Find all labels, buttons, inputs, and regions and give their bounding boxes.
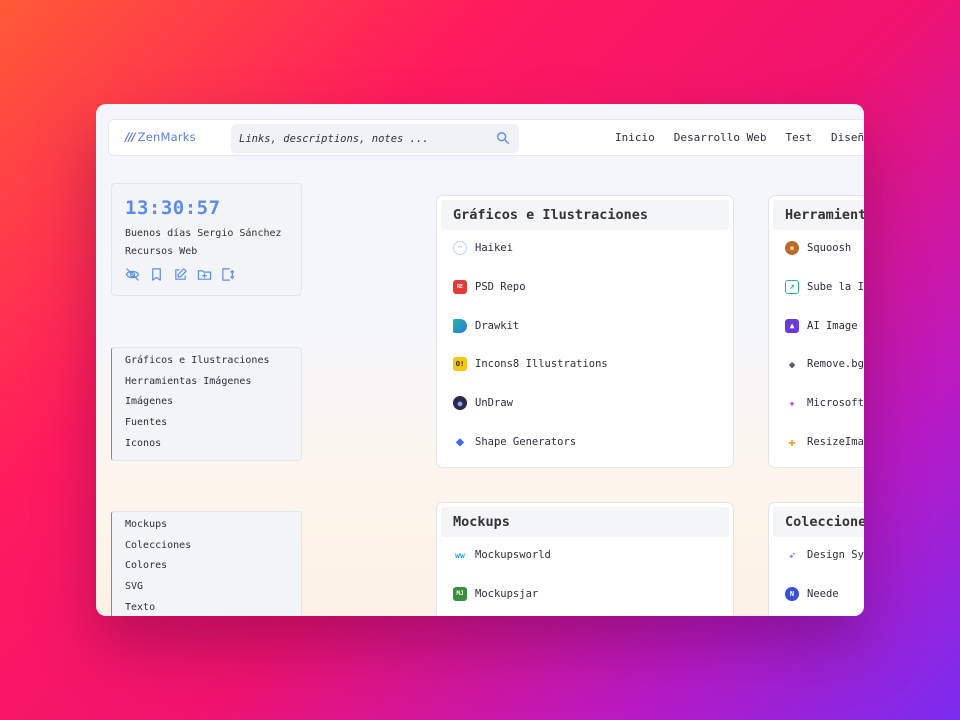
link-item[interactable]: ● UnDraw bbox=[453, 396, 608, 436]
link-item[interactable]: Drawkit bbox=[453, 318, 608, 359]
category-card: Herramientas Imágenes ● Squoosh ↗ Sube la … bbox=[768, 195, 864, 468]
link-item[interactable]: ◠ Haikei bbox=[453, 241, 608, 281]
search-icon[interactable] bbox=[496, 131, 510, 145]
squoosh-icon: ● bbox=[785, 241, 799, 255]
sidebar-item[interactable]: Colores bbox=[125, 558, 301, 579]
expand-icon[interactable] bbox=[221, 267, 236, 282]
link-label: Drawkit bbox=[475, 319, 520, 332]
shape-generators-icon: ◆ bbox=[455, 433, 465, 450]
link-item[interactable]: N Neede bbox=[785, 586, 864, 616]
toolbar bbox=[125, 267, 236, 282]
link-label: Microsoft Designer bbox=[807, 397, 864, 410]
logo-text: ZenMarks bbox=[137, 130, 196, 144]
link-item[interactable]: ✦ Microsoft Designer bbox=[785, 396, 864, 436]
edit-icon[interactable] bbox=[173, 267, 188, 282]
link-label: Mockupsjar bbox=[475, 587, 539, 600]
drawkit-icon bbox=[453, 318, 467, 333]
search-input[interactable] bbox=[239, 130, 479, 147]
microsoft-icon: ✦ bbox=[788, 396, 796, 411]
link-item[interactable]: ↗ Sube la Imagen bbox=[785, 279, 864, 320]
search-bar bbox=[231, 124, 519, 153]
link-item[interactable]: ◆ Remove.bg bbox=[785, 358, 864, 397]
card-title: Herramientas Imágenes bbox=[773, 200, 864, 230]
category-card: Mockups ww Mockupsworld MJ Mockupsjar bbox=[436, 502, 734, 616]
link-label: AI Image Enlarger bbox=[807, 319, 864, 332]
card-link-list: ww Mockupsworld MJ Mockupsjar bbox=[453, 549, 551, 616]
sidebar-item[interactable]: Texto bbox=[125, 600, 301, 616]
psd-repo-icon: RE bbox=[453, 279, 467, 294]
link-item[interactable]: O! Incons8 Illustrations bbox=[453, 357, 608, 397]
link-item[interactable]: ◆ Shape Generators bbox=[453, 433, 608, 467]
link-label: Design Systems bbox=[807, 549, 864, 561]
design-systems-icon: ➶ bbox=[788, 548, 796, 562]
sidebar-item[interactable]: Herramientas Imágenes bbox=[125, 374, 301, 395]
mockupsworld-icon: ww bbox=[455, 550, 465, 560]
top-bar: /// ZenMarks Inicio Desarrollo Web Test … bbox=[108, 119, 864, 156]
link-item[interactable]: ww Mockupsworld bbox=[453, 549, 551, 588]
collection-name: Recursos Web bbox=[125, 246, 198, 257]
link-item[interactable]: ➶ Design Systems bbox=[785, 549, 864, 588]
sidebar-group-1: Gráficos e Ilustraciones Herramientas Im… bbox=[111, 347, 302, 461]
link-label: Shape Generators bbox=[475, 435, 577, 448]
link-label: Incons8 Illustrations bbox=[475, 358, 608, 371]
link-label: Mockupsworld bbox=[475, 549, 551, 561]
card-title: Gráficos e Ilustraciones bbox=[441, 200, 729, 230]
app-window: /// ZenMarks Inicio Desarrollo Web Test … bbox=[96, 104, 864, 616]
mockupsjar-icon: MJ bbox=[453, 586, 467, 601]
sidebar-item[interactable]: Fuentes bbox=[125, 415, 301, 436]
nav-test[interactable]: Test bbox=[785, 131, 812, 144]
sidebar-item[interactable]: SVG bbox=[125, 579, 301, 600]
bookmark-icon[interactable] bbox=[149, 267, 164, 282]
link-item[interactable]: RE PSD Repo bbox=[453, 279, 608, 320]
link-label: UnDraw bbox=[475, 397, 513, 410]
link-item[interactable]: MJ Mockupsjar bbox=[453, 586, 551, 616]
link-label: PSD Repo bbox=[475, 280, 526, 293]
sidebar-item[interactable]: Gráficos e Ilustraciones bbox=[125, 353, 301, 374]
sidebar-item[interactable]: Colecciones bbox=[125, 538, 301, 559]
resizeimage-icon: ✚ bbox=[788, 434, 796, 449]
remove-bg-icon: ◆ bbox=[788, 357, 796, 371]
card-link-list: ◠ Haikei RE PSD Repo Drawkit O! Incons8 Ill… bbox=[453, 241, 608, 467]
sidebar-item[interactable]: Iconos bbox=[125, 436, 301, 457]
clock-time: 13:30:57 bbox=[125, 197, 221, 219]
nav-inicio[interactable]: Inicio bbox=[615, 131, 655, 144]
main-nav: Inicio Desarrollo Web Test Diseño bbox=[615, 131, 864, 144]
logo-mark: /// bbox=[125, 130, 136, 144]
greeting-block: Buenos días Sergio Sánchez Recursos Web bbox=[125, 225, 282, 261]
link-label: ResizeImage bbox=[807, 435, 864, 448]
card-link-list: ● Squoosh ↗ Sube la Imagen ▲ AI Image Enlar… bbox=[785, 241, 864, 467]
sidebar-group-2: Mockups Colecciones Colores SVG Texto bbox=[111, 511, 302, 616]
card-title: Mockups bbox=[441, 507, 729, 537]
sube-la-imagen-icon: ↗ bbox=[785, 279, 799, 294]
card-title: Colecciones bbox=[773, 507, 864, 537]
link-item[interactable]: ● Squoosh bbox=[785, 241, 864, 281]
clock-card: 13:30:57 Buenos días Sergio Sánchez Recu… bbox=[111, 183, 302, 296]
haikei-icon: ◠ bbox=[453, 241, 467, 255]
folder-plus-icon[interactable] bbox=[197, 267, 212, 282]
sidebar-item[interactable]: Imágenes bbox=[125, 394, 301, 415]
link-label: Neede bbox=[807, 587, 839, 600]
ai-image-icon: ▲ bbox=[785, 318, 799, 333]
link-item[interactable]: ✚ ResizeImage bbox=[785, 434, 864, 467]
link-label: Haikei bbox=[475, 242, 513, 254]
category-card: Colecciones ➶ Design Systems N Neede bbox=[768, 502, 864, 616]
category-card: Gráficos e Ilustraciones ◠ Haikei RE PSD R… bbox=[436, 195, 734, 468]
logo[interactable]: /// ZenMarks bbox=[125, 130, 196, 144]
link-label: Remove.bg bbox=[807, 358, 864, 371]
icons8-icon: O! bbox=[453, 357, 467, 372]
undraw-icon: ● bbox=[453, 396, 467, 411]
card-link-list: ➶ Design Systems N Neede bbox=[785, 549, 864, 616]
greeting-text: Buenos días Sergio Sánchez bbox=[125, 228, 282, 239]
sidebar-item[interactable]: Mockups bbox=[125, 517, 301, 538]
link-label: Sube la Imagen bbox=[807, 280, 864, 293]
eye-off-icon[interactable] bbox=[125, 267, 140, 282]
nav-desarrollo-web[interactable]: Desarrollo Web bbox=[674, 131, 767, 144]
neede-icon: N bbox=[785, 586, 799, 601]
link-item[interactable]: ▲ AI Image Enlarger bbox=[785, 318, 864, 359]
link-label: Squoosh bbox=[807, 242, 852, 254]
nav-diseno[interactable]: Diseño bbox=[831, 131, 864, 144]
